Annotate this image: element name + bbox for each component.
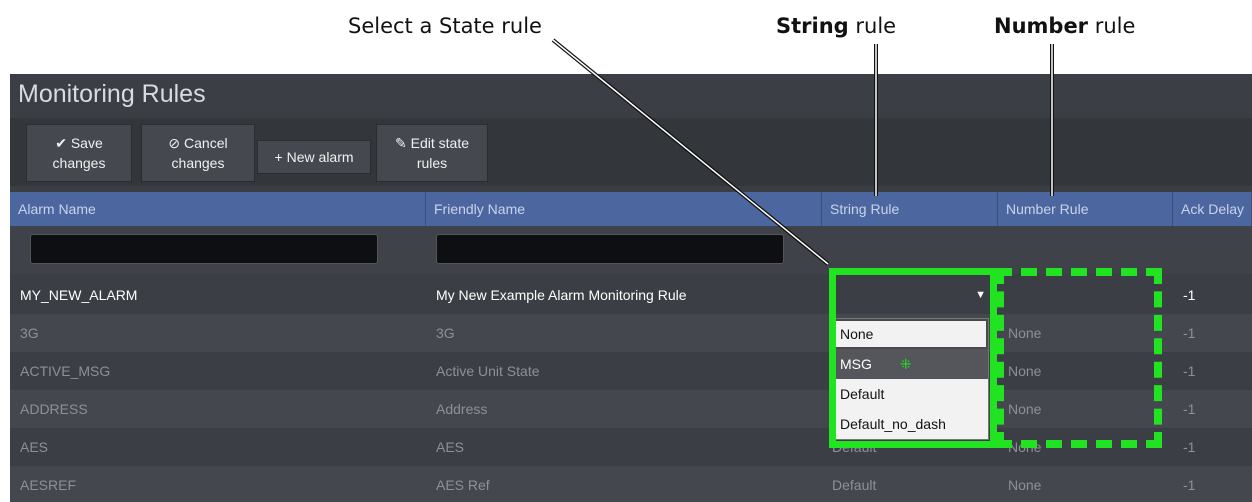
save-changes-button[interactable]: ✔ Save changes [26,124,132,182]
string-rule-cell: Default [832,477,877,493]
column-header-friendly-name[interactable]: Friendly Name [426,192,822,226]
friendly-name-filter-input[interactable] [436,234,784,264]
friendly-name-cell: AES Ref [436,477,490,493]
friendly-name-cell: Active Unit State [436,363,540,379]
alarm-name-cell: ADDRESS [20,401,88,417]
ack-delay-cell: -1 [1183,477,1196,493]
friendly-name-cell: My New Example Alarm Monitoring Rule [436,287,687,303]
toolbar: ✔ Save changes ⊘ Cancel changes + New ala… [10,118,1252,186]
cancel-label: Cancel [184,135,228,151]
edit-state-label-2: rules [416,155,448,171]
callout-number-rule: Number rule [994,14,1135,38]
callout-number-bold: Number [994,14,1089,38]
number-rule-highlight-box [996,268,1162,448]
new-alarm-button[interactable]: + New alarm [257,140,371,174]
pencil-icon: ✎ [395,135,407,151]
callout-string-rest: rule [848,14,897,38]
alarm-name-filter-input[interactable] [30,234,378,264]
ack-delay-cell: -1 [1183,401,1196,417]
column-header-ack-delay[interactable]: Ack Delay [1173,192,1252,226]
ack-delay-cell: -1 [1183,439,1196,455]
ack-delay-cell: -1 [1183,287,1196,303]
column-header-number-rule[interactable]: Number Rule [998,192,1173,226]
save-label-2: changes [52,155,106,171]
alarm-name-cell: ACTIVE_MSG [20,363,111,379]
window-title: Monitoring Rules [18,80,206,108]
column-header-string-rule[interactable]: String Rule [822,192,998,226]
alarm-name-cell: MY_NEW_ALARM [20,287,138,303]
alarm-name-cell: AES [20,439,49,455]
friendly-name-cell: AES [436,439,465,455]
alarm-name-cell: 3G [20,325,39,341]
number-rule-cell: None [1008,477,1042,493]
cancel-label-2: changes [171,155,225,171]
friendly-name-cell: Address [436,401,488,417]
ack-delay-cell: -1 [1183,363,1196,379]
column-header-alarm-name[interactable]: Alarm Name [10,192,426,226]
callout-string-rule: String rule [776,14,896,38]
callout-string-bold: String [776,14,849,38]
cancel-circle-icon: ⊘ [168,135,181,151]
ack-delay-cell: -1 [1183,325,1196,341]
table-row[interactable]: AESREF AES Ref Default None -1 [10,466,1252,502]
alarm-name-cell: AESREF [20,477,77,493]
new-alarm-label: New alarm [286,149,354,165]
string-rule-highlight-box [829,268,997,448]
callout-select-state: Select a State rule [348,14,542,38]
check-icon: ✔ [55,135,67,151]
friendly-name-cell: 3G [436,325,455,341]
callout-number-rest: rule [1088,14,1136,38]
cancel-changes-button[interactable]: ⊘ Cancel changes [141,124,255,182]
save-label: Save [70,135,103,151]
filter-row [10,226,1252,274]
edit-state-label: Edit state [410,135,469,151]
plus-icon: + [274,149,283,165]
edit-state-rules-button[interactable]: ✎ Edit state rules [376,124,488,182]
